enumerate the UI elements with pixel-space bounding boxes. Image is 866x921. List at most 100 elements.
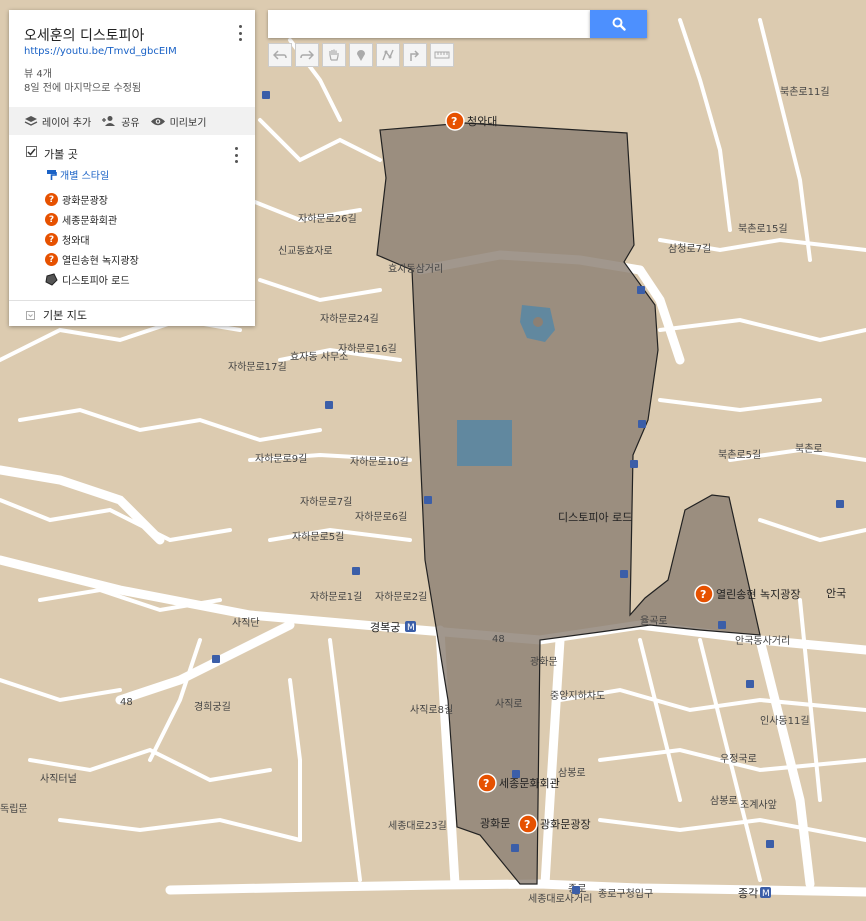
more-vert-icon <box>238 25 242 28</box>
layer-item-label: 열린송현 녹지광장 <box>62 256 139 267</box>
add-layer-button[interactable]: 레이어 추가 <box>24 114 91 129</box>
preview-label: 미리보기 <box>169 117 207 129</box>
map-label-anguk-intersection: 안국동사거리 <box>735 635 790 647</box>
check-icon <box>27 148 36 156</box>
layers-icon <box>24 116 38 126</box>
map-label-insadong11: 인사동11길 <box>760 714 810 727</box>
paint-roller-icon <box>47 169 57 180</box>
marker-cheongwadae-label: 청와대 <box>467 115 497 128</box>
map-label-jongno-gu-office: 종로구청입구 <box>598 887 653 900</box>
redo-icon <box>300 50 314 60</box>
svg-text:?: ? <box>524 818 530 831</box>
layer-item-sejong-center[interactable]: ? 세종문화회관 <box>45 212 117 227</box>
map-label-sejongdaero23: 세종대로23길 <box>388 819 447 832</box>
map-label-sambongro-east: 삼봉로 <box>710 795 738 807</box>
map-label-gyeonghuigung: 경희궁길 <box>194 700 231 713</box>
eye-icon <box>150 117 165 125</box>
dystopia-road-label: 디스토피아 로드 <box>558 511 632 524</box>
map-label-bukchonro15: 북촌로15길 <box>738 222 788 235</box>
map-label-yulgokro: 율곡로 <box>640 615 668 627</box>
map-label-jahamunro1: 자하문로1길 <box>310 590 362 603</box>
map-label-jahamunro2: 자하문로2길 <box>375 590 427 603</box>
panel-divider <box>9 300 255 301</box>
station-gyeongbokgung-label: 경복궁 <box>370 621 400 634</box>
map-label-samcheongro7: 삼청로7길 <box>668 242 711 255</box>
share-label: 공유 <box>121 117 140 129</box>
marker-gwanghwamun-square[interactable]: ? 광화문광장 <box>518 814 591 834</box>
map-label-jogyesa: 조계사앞 <box>740 799 777 811</box>
map-view-count: 뷰 4개 <box>24 69 52 80</box>
draw-line-button[interactable] <box>376 43 400 67</box>
marker-tool-button[interactable] <box>349 43 373 67</box>
draw-line-icon <box>382 49 394 61</box>
layer-item-gwanghwamun-square[interactable]: ? 광화문광장 <box>45 192 108 207</box>
map-description-link[interactable]: https://youtu.be/Tmvd_gbcEIM <box>24 46 177 57</box>
layer-item-label: 청와대 <box>62 236 90 247</box>
station-anguk-label: 안국 <box>826 587 846 600</box>
map-label-hyojaro-intersection: 효자동삼거리 <box>388 263 443 275</box>
map-label-sajikro: 사직로 <box>495 698 523 710</box>
share-button[interactable]: 공유 <box>101 114 140 129</box>
map-label-jahamunro10: 자하문로10길 <box>350 455 409 468</box>
undo-button[interactable] <box>268 43 292 67</box>
pond-island <box>533 317 543 327</box>
hand-tool-button[interactable] <box>322 43 346 67</box>
svg-text:?: ? <box>483 777 489 790</box>
search-icon <box>612 17 626 31</box>
map-label-jahamunro9: 자하문로9길 <box>255 452 307 465</box>
basemap-toggle[interactable]: 기본 지도 <box>26 307 87 323</box>
map-label-bukchonro: 북촌로 <box>795 443 823 455</box>
marker-gwanghwamun-square-label: 광화문광장 <box>540 818 591 831</box>
marker-question-icon: ? <box>45 193 58 206</box>
marker-question-icon: ? <box>45 253 58 266</box>
preview-button[interactable]: 미리보기 <box>150 114 207 129</box>
marker-songhyeon-label: 열린송현 녹지광장 <box>716 588 800 601</box>
map-label-jahamunro17: 자하문로17길 <box>228 360 287 373</box>
pond-blue-house <box>457 420 512 466</box>
layer-options-button[interactable] <box>231 147 241 163</box>
marker-cheongwadae[interactable]: ? 청와대 <box>445 111 497 131</box>
map-title[interactable]: 오세훈의 디스토피아 <box>24 25 144 45</box>
layer-item-dystopia-road[interactable]: 디스토피아 로드 <box>45 272 130 287</box>
map-label-gwanghwamun-gate: 광화문 <box>530 656 558 668</box>
polygon-icon <box>45 273 58 286</box>
map-toolbar <box>268 43 454 67</box>
layer-name[interactable]: 가볼 곳 <box>44 146 78 162</box>
map-label-sajik-tunnel: 사직터널 <box>40 773 77 785</box>
map-label-road48: 48 <box>492 634 505 645</box>
layer-item-cheongwadae[interactable]: ? 청와대 <box>45 232 90 247</box>
svg-text:?: ? <box>451 115 457 128</box>
map-label-sinkyo: 신교동 <box>278 245 306 257</box>
more-vert-icon <box>234 147 238 150</box>
directions-button[interactable] <box>403 43 427 67</box>
search-button[interactable] <box>590 10 647 38</box>
map-label-hyojadong: 효자동 사무소 <box>290 351 348 363</box>
ruler-button[interactable] <box>430 43 454 67</box>
marker-sejong-center[interactable]: ? 세종문화회관 <box>477 773 560 793</box>
redo-button[interactable] <box>295 43 319 67</box>
layer-visibility-checkbox[interactable] <box>26 146 37 157</box>
layer-item-label: 디스토피아 로드 <box>62 276 130 287</box>
marker-icon <box>357 50 365 61</box>
map-options-button[interactable] <box>235 25 245 41</box>
add-layer-label: 레이어 추가 <box>42 117 92 129</box>
map-label-road48-west: 48 <box>120 697 133 708</box>
map-label-sajikdan: 사직단 <box>232 617 260 629</box>
search-input[interactable] <box>268 10 590 38</box>
layer-item-songhyeon[interactable]: ? 열린송현 녹지광장 <box>45 252 139 267</box>
person-add-icon <box>102 116 116 126</box>
layer-item-label: 세종문화회관 <box>62 216 118 227</box>
marker-sejong-center-label: 세종문화회관 <box>499 777 560 790</box>
map-label-ujeongguk: 우정국로 <box>720 753 757 765</box>
map-label-bukchonro5: 북촌로5길 <box>718 448 761 461</box>
ruler-icon <box>434 51 450 59</box>
individual-style-link[interactable]: 개별 스타일 <box>46 167 109 182</box>
marker-songhyeon[interactable]: ? 열린송현 녹지광장 <box>694 584 800 604</box>
map-label-jahamunro24: 자하문로24길 <box>320 312 379 325</box>
basemap-label: 기본 지도 <box>43 309 87 322</box>
map-panel: 오세훈의 디스토피아 https://youtu.be/Tmvd_gbcEIM … <box>9 10 255 326</box>
layer-item-label: 광화문광장 <box>62 196 108 207</box>
expand-icon <box>26 310 35 320</box>
hand-icon <box>329 49 339 61</box>
svg-text:M: M <box>407 623 415 633</box>
